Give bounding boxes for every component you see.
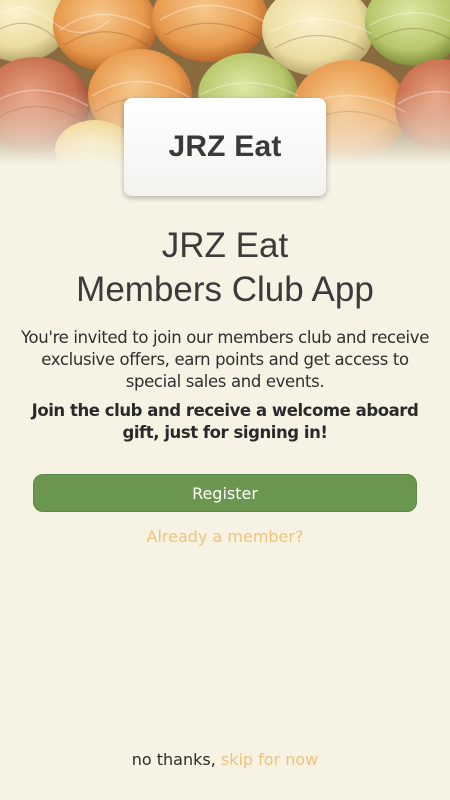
- brand-logo-card: JRZ Eat: [124, 98, 326, 196]
- skip-footer: no thanks, skip for now: [0, 750, 450, 769]
- page-title: JRZ Eat Members Club App: [0, 224, 450, 312]
- register-button[interactable]: Register: [33, 474, 417, 512]
- intro-text: You're invited to join our members club …: [21, 328, 429, 391]
- brand-logo: JRZ Eat: [168, 130, 282, 163]
- page-title-line1: JRZ Eat: [161, 226, 289, 265]
- no-thanks-text: no thanks,: [131, 750, 216, 769]
- promo-text: Join the club and receive a welcome aboa…: [31, 401, 419, 442]
- register-button-label: Register: [192, 483, 258, 503]
- skip-for-now-link[interactable]: skip for now: [221, 750, 318, 769]
- already-member-link[interactable]: Already a member?: [0, 527, 450, 546]
- page-title-line2: Members Club App: [76, 270, 374, 309]
